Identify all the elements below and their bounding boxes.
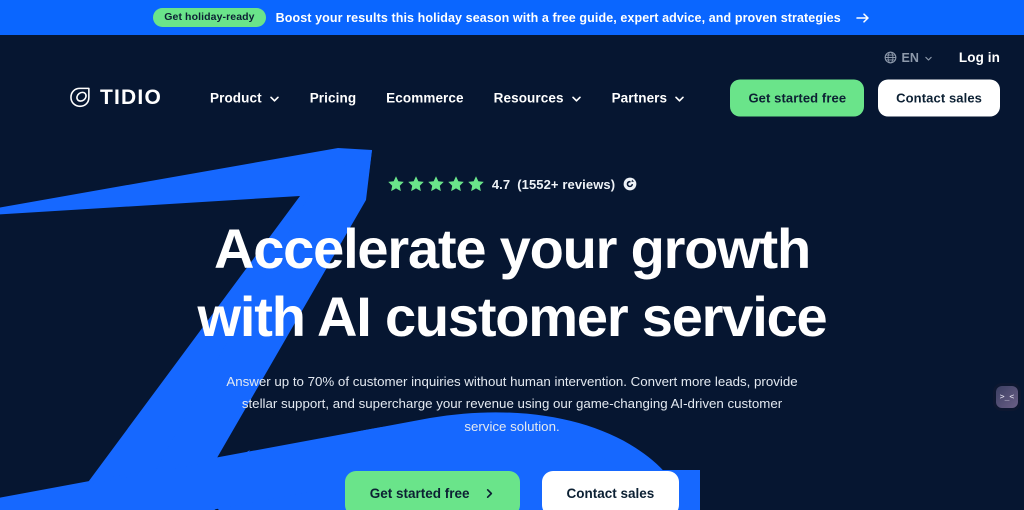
- header-get-started-button[interactable]: Get started free: [730, 79, 865, 117]
- hero-title-line-1: Accelerate your growth: [214, 217, 811, 280]
- nav-label: Pricing: [309, 90, 357, 106]
- promo-badge: Get holiday-ready: [153, 7, 266, 28]
- star-icon: [448, 176, 464, 192]
- chat-launcher-face: >_<: [999, 392, 1015, 401]
- nav-label: Resources: [493, 90, 564, 106]
- chat-launcher-icon[interactable]: >_<: [996, 386, 1018, 408]
- hero-title: Accelerate your growth with AI customer …: [0, 215, 1024, 352]
- promo-banner[interactable]: Get holiday-ready Boost your results thi…: [0, 0, 1024, 35]
- chevron-down-icon: [675, 96, 684, 102]
- hero-cta-group: Get started free Contact sales: [0, 471, 1024, 510]
- hero-contact-sales-button[interactable]: Contact sales: [541, 471, 680, 510]
- nav-item-pricing[interactable]: Pricing: [310, 91, 356, 106]
- star-icon: [428, 176, 444, 192]
- page-root: Get holiday-ready Boost your results thi…: [0, 0, 1024, 510]
- header-utility-row: EN Log in: [884, 50, 1000, 65]
- logo-wordmark: TIDIO: [100, 86, 162, 109]
- rating-reviews: (1552+ reviews): [517, 176, 616, 192]
- nav-item-partners[interactable]: Partners: [612, 91, 686, 106]
- header-contact-sales-button[interactable]: Contact sales: [878, 79, 1000, 117]
- language-code: EN: [901, 50, 919, 65]
- g2-badge-icon: [623, 177, 637, 191]
- arrow-right-icon: [856, 12, 869, 23]
- site-header: EN Log in TIDIO Product Pricing Ecommerc…: [0, 35, 1024, 125]
- language-selector[interactable]: EN: [884, 51, 933, 65]
- login-link[interactable]: Log in: [959, 50, 1000, 65]
- star-rating: [387, 175, 485, 193]
- nav-item-ecommerce[interactable]: Ecommerce: [386, 91, 463, 106]
- rating-block: 4.7 (1552+ reviews): [0, 175, 1024, 193]
- tidio-logo[interactable]: TIDIO: [68, 86, 162, 110]
- star-icon: [408, 176, 424, 192]
- chevron-down-icon: [269, 96, 279, 102]
- chevron-right-icon: [486, 489, 492, 499]
- chevron-down-icon: [571, 96, 581, 102]
- nav-item-product[interactable]: Product: [210, 91, 280, 106]
- header-cta-group: Get started free Contact sales: [730, 79, 1000, 117]
- tidio-leaf-logo-icon: [70, 87, 90, 108]
- hero-subtitle: Answer up to 70% of customer inquiries w…: [226, 373, 798, 435]
- globe-icon: [884, 51, 896, 64]
- star-icon: [388, 176, 404, 192]
- hero-get-started-label: Get started free: [369, 486, 470, 502]
- nav-label: Product: [210, 90, 262, 106]
- chevron-down-icon: [925, 56, 932, 61]
- nav-label: Partners: [611, 90, 668, 106]
- hero-title-line-2: with AI customer service: [197, 285, 828, 349]
- nav-items: Product Pricing Ecommerce Resources Part…: [210, 91, 685, 106]
- star-icon: [468, 176, 484, 192]
- main-navigation: TIDIO Product Pricing Ecommerce Resource…: [0, 71, 1024, 125]
- hero-section: 4.7 (1552+ reviews) Accelerate your grow…: [0, 125, 1024, 510]
- nav-item-resources[interactable]: Resources: [494, 91, 582, 106]
- nav-label: Ecommerce: [386, 90, 464, 106]
- hero-get-started-button[interactable]: Get started free: [344, 471, 520, 510]
- rating-score: 4.7: [491, 176, 511, 192]
- promo-message: Boost your results this holiday season w…: [275, 10, 841, 25]
